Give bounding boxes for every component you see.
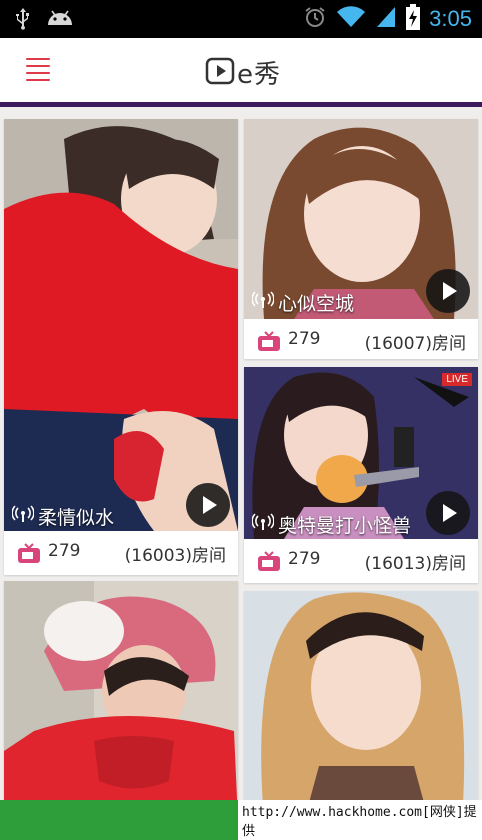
play-logo-icon xyxy=(205,56,235,90)
viewer-count: 279 xyxy=(288,329,321,349)
room-card[interactable] xyxy=(4,581,238,800)
room-thumbnail[interactable]: 心似空城 xyxy=(244,119,478,319)
app-bar: e秀 xyxy=(0,38,482,107)
room-card[interactable] xyxy=(244,591,478,800)
play-button[interactable] xyxy=(426,491,470,535)
tv-icon xyxy=(258,551,280,575)
battery-charging-icon xyxy=(406,4,421,34)
broadcast-icon xyxy=(251,513,275,536)
room-title: 心似空城 xyxy=(251,289,354,316)
room-card[interactable]: 心似空城 279 (16007)房间 xyxy=(244,119,478,359)
status-time: 3:05 xyxy=(429,6,472,31)
room-info: 279 (16003)房间 xyxy=(4,531,238,575)
room-info: 279 (16007)房间 xyxy=(244,319,478,359)
hamburger-menu-icon[interactable] xyxy=(26,58,50,81)
room-thumbnail[interactable] xyxy=(244,591,478,800)
room-thumbnail[interactable]: LIVE 奥特曼打小怪兽 xyxy=(244,367,478,539)
status-bar: 3:05 xyxy=(0,0,482,38)
play-button[interactable] xyxy=(426,269,470,313)
android-icon xyxy=(46,7,74,35)
app-logo: e秀 xyxy=(205,54,281,91)
viewer-count: 279 xyxy=(288,549,321,569)
play-button[interactable] xyxy=(186,483,230,527)
room-number: (16007)房间 xyxy=(364,334,466,354)
watermark: http://www.hackhome.com[网侠]提供 xyxy=(238,800,482,840)
tv-icon xyxy=(258,331,280,355)
live-badge: LIVE xyxy=(442,373,472,386)
room-thumbnail[interactable]: 柔情似水 xyxy=(4,119,238,531)
app-title: e秀 xyxy=(237,60,281,90)
alarm-icon xyxy=(303,5,327,33)
room-number: (16003)房间 xyxy=(124,546,226,566)
broadcast-icon xyxy=(251,291,275,314)
room-title: 柔情似水 xyxy=(11,503,114,530)
room-card[interactable]: 柔情似水 279 (16003)房间 xyxy=(4,119,238,575)
viewer-count: 279 xyxy=(48,541,81,561)
signal-icon xyxy=(375,5,397,33)
room-title: 奥特曼打小怪兽 xyxy=(251,511,411,538)
room-number: (16013)房间 xyxy=(364,554,466,574)
wifi-icon xyxy=(336,5,366,33)
usb-icon xyxy=(14,7,32,35)
room-grid: 柔情似水 279 (16003)房间 心似空城 279 (16007)房间 LI… xyxy=(0,107,482,800)
room-thumbnail[interactable] xyxy=(4,581,238,800)
room-info: 279 (16013)房间 xyxy=(244,539,478,583)
room-card[interactable]: LIVE 奥特曼打小怪兽 279 (16013)房间 xyxy=(244,367,478,583)
broadcast-icon xyxy=(11,505,35,528)
tv-icon xyxy=(18,543,40,567)
